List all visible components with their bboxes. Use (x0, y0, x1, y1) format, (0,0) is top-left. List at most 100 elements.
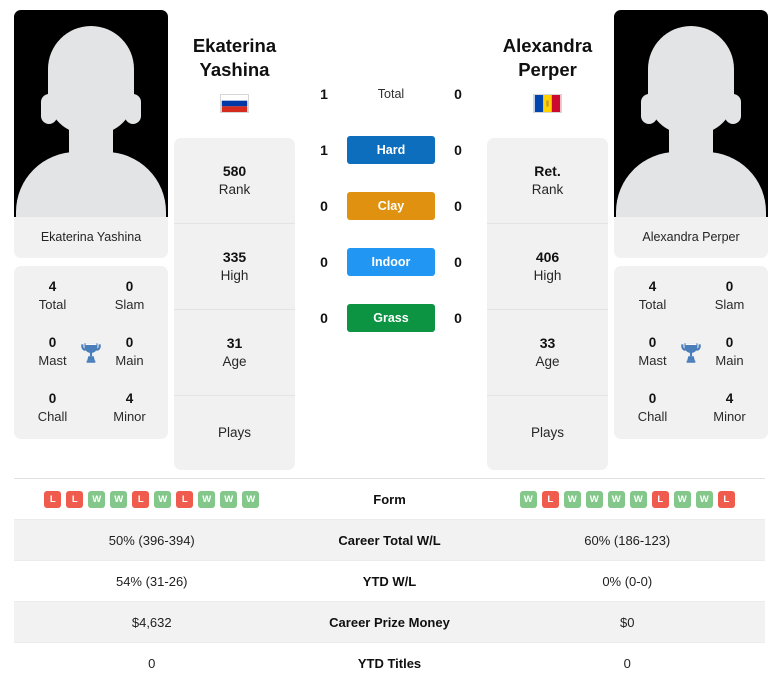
h2h-row-clay: 0 Clay 0 (301, 178, 481, 234)
titles-chall-value: 0 (48, 390, 57, 406)
avatar-silhouette-icon (41, 94, 57, 124)
left-career-total-w-l-value: 50% (396-394) (108, 532, 195, 548)
left-player-info-column: Ekaterina Yashina 580 Rank 335 High 31 A… (174, 10, 295, 471)
form-badge-loss[interactable]: L (541, 490, 559, 508)
form-badge-loss[interactable]: L (651, 490, 669, 508)
form-badge-loss[interactable]: L (66, 490, 84, 508)
table-row: 0 YTD Titles 0 (14, 643, 765, 684)
right-player-info-column: Alexandra Perper Ret. Rank 406 High 33 A… (487, 10, 608, 471)
form-badge-win[interactable]: W (607, 490, 625, 508)
right-player-rank-card: Ret. Rank 406 High 33 Age Plays (487, 138, 608, 471)
left-plays-label: Plays (217, 424, 251, 440)
titles-slam-value: 0 (725, 279, 734, 294)
h2h-right-score: 0 (454, 142, 462, 158)
left-player-column: Ekaterina Yashina 4 Total 0 Slam 0 Mast … (14, 10, 168, 440)
titles-stat-total: 4 Total (14, 274, 91, 318)
form-badge-win[interactable]: W (154, 490, 172, 508)
right-rank-cell: Ret. Rank (487, 138, 608, 225)
left-career-prize-money-value: $4,632 (131, 614, 172, 630)
left-ytd-w-l-value: 54% (31-26) (115, 573, 188, 589)
right-age-value: 33 (539, 334, 556, 351)
titles-minor-label: Minor (713, 408, 746, 424)
left-form-value: LLWWLWLWWW (14, 484, 290, 515)
surface-pill-indoor[interactable]: Indoor (347, 248, 435, 276)
surface-pill-clay[interactable]: Clay (347, 192, 435, 220)
form-badge-win[interactable]: W (88, 490, 106, 508)
h2h-right-score: 0 (454, 310, 462, 326)
titles-stat-total: 4 Total (614, 274, 691, 318)
surface-pill-hard[interactable]: Hard (347, 136, 435, 164)
form-badge-win[interactable]: W (220, 490, 238, 508)
left-age-cell: 31 Age (174, 310, 295, 397)
right-high-cell: 406 High (487, 224, 608, 311)
h2h-left-score: 1 (320, 86, 328, 102)
comparison-stats-table: L L W W L W L W W W Form W L W W W W L W W L 50% (396-394) Car… (14, 478, 765, 684)
form-badge-win[interactable]: W (198, 490, 216, 508)
h2h-row-total: 1 Total 0 (301, 66, 481, 122)
right-form-value: WLWWWWLWWL (490, 484, 766, 515)
right-player-first-name: Alexandra (502, 35, 593, 56)
titles-stat-slam: 0 Slam (91, 274, 168, 318)
row-label-form: Form (373, 491, 406, 507)
h2h-row-hard: 1 Hard 0 (301, 122, 481, 178)
left-player-flag-wrap (174, 94, 295, 116)
left-player-first-name: Ekaterina (192, 35, 277, 56)
right-form-strip: WLWWWWLWWL (494, 490, 762, 508)
left-high-label: High (220, 268, 249, 284)
trophy-icon (81, 342, 101, 363)
titles-slam-label: Slam (714, 297, 745, 313)
form-badge-win[interactable]: W (519, 490, 537, 508)
right-rank-label: Rank (531, 182, 564, 198)
form-badge-win[interactable]: W (629, 490, 647, 508)
right-player-titles-card: 4 Total 0 Slam 0 Mast 0 Main 0 Chall 4 M… (614, 266, 768, 440)
form-badge-win[interactable]: W (563, 490, 581, 508)
form-badge-loss[interactable]: L (44, 490, 62, 508)
left-age-label: Age (222, 354, 247, 370)
right-age-cell: 33 Age (487, 310, 608, 397)
titles-stat-minor: 4 Minor (691, 386, 768, 430)
form-badge-win[interactable]: W (110, 490, 128, 508)
avatar-silhouette-icon (125, 94, 141, 124)
right-plays-label: Plays (530, 424, 564, 440)
form-badge-win[interactable]: W (242, 490, 260, 508)
form-badge-win[interactable]: W (695, 490, 713, 508)
form-badge-win[interactable]: W (673, 490, 691, 508)
form-badge-win[interactable]: W (585, 490, 603, 508)
table-row: L L W W L W L W W W Form W L W W W W L W W L (14, 479, 765, 520)
right-player-column: Alexandra Perper 4 Total 0 Slam 0 Mast 0… (614, 10, 768, 440)
titles-total-value: 4 (48, 279, 57, 294)
titles-minor-label: Minor (113, 408, 146, 424)
left-player-last-name: Yashina (199, 58, 270, 80)
left-form-strip: LLWWLWLWWW (18, 490, 286, 508)
right-player-last-name: Perper (518, 58, 577, 80)
avatar-silhouette-icon (16, 152, 166, 217)
player-comparison-page: Ekaterina Yashina 4 Total 0 Slam 0 Mast … (0, 0, 779, 699)
row-label-career-total-w-l: Career Total W/L (338, 532, 441, 548)
left-ytd-titles-value: 0 (148, 656, 156, 671)
right-player-flag-wrap (487, 94, 608, 116)
right-rank-value: Ret. (534, 162, 561, 179)
avatar-silhouette-icon (48, 26, 134, 134)
form-badge-loss[interactable]: L (132, 490, 150, 508)
titles-total-label: Total (38, 297, 67, 313)
h2h-row-indoor: 0 Indoor 0 (301, 234, 481, 290)
row-label-career-prize-money: Career Prize Money (329, 614, 450, 630)
avatar-silhouette-icon (725, 94, 741, 124)
h2h-left-score: 0 (320, 254, 328, 270)
left-rank-label: Rank (218, 182, 251, 198)
form-badge-loss[interactable]: L (717, 490, 735, 508)
h2h-total-label: Total (377, 87, 405, 101)
left-player-photo-card[interactable]: Ekaterina Yashina (14, 10, 168, 258)
table-row: 50% (396-394) Career Total W/L 60% (186-12… (14, 520, 765, 561)
table-row: $4,632 Career Prize Money $0 (14, 602, 765, 643)
form-badge-loss[interactable]: L (176, 490, 194, 508)
moldova-flag-icon (533, 94, 562, 114)
h2h-left-score: 0 (320, 310, 328, 326)
titles-chall-label: Chall (37, 408, 68, 424)
right-player-photo-card[interactable]: Alexandra Perper (614, 10, 768, 258)
titles-stat-minor: 4 Minor (91, 386, 168, 430)
avatar-silhouette-icon (616, 152, 766, 217)
surface-pill-grass[interactable]: Grass (347, 304, 435, 332)
table-row: 54% (31-26) YTD W/L 0% (0-0) (14, 561, 765, 602)
titles-chall-value: 0 (648, 390, 657, 406)
